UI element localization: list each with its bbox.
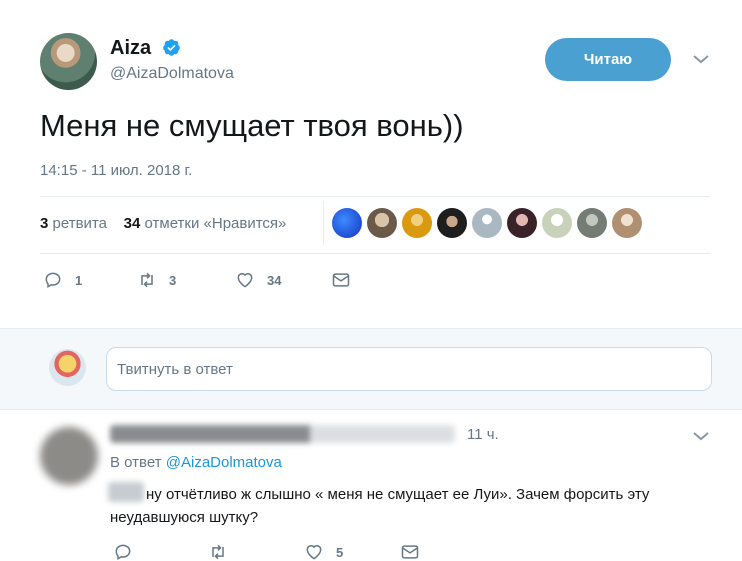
author-avatar[interactable] (40, 33, 97, 90)
heart-icon (237, 273, 253, 288)
divider (40, 253, 710, 254)
reply-dm-action[interactable] (400, 542, 420, 561)
reply-author-name-redacted[interactable] (110, 425, 455, 443)
in-reply-handle-link[interactable]: @AizaDolmatova (166, 454, 282, 471)
retweet-count: 3 (169, 272, 177, 288)
liker-avatar[interactable] (542, 208, 572, 238)
reply-count: 1 (75, 272, 83, 288)
verified-badge-icon (163, 39, 180, 56)
following-button[interactable]: Читаю (545, 38, 671, 81)
like-action[interactable]: 34 (235, 270, 281, 290)
retweets-count: 3 (40, 215, 49, 232)
retweet-icon (212, 544, 224, 560)
likes-stat[interactable]: 34 отметки «Нравится» (124, 215, 287, 232)
reply-input[interactable] (106, 347, 712, 391)
tweet-text: Меня не смущает твоя вонь)) (40, 108, 464, 143)
author-name[interactable]: Aiza (110, 37, 151, 60)
liker-avatar[interactable] (332, 208, 362, 238)
reply-text: ну отчётливо ж слышно « меня не смущает … (110, 486, 650, 526)
in-reply-prefix: В ответ (110, 454, 162, 471)
retweets-stat[interactable]: 3 ретвита (40, 215, 107, 232)
reply-retweet-action[interactable] (208, 542, 228, 561)
envelope-icon (401, 545, 419, 559)
liker-avatar[interactable] (472, 208, 502, 238)
reply-tweet: 11 ч. В ответ @AizaDolmatova ну отчётлив… (0, 411, 742, 561)
envelope-icon (332, 273, 350, 287)
divider (40, 196, 710, 197)
in-reply-to: В ответ @AizaDolmatova (110, 454, 282, 471)
likes-count: 34 (123, 215, 141, 232)
reply-icon (115, 544, 131, 560)
heart-icon (306, 545, 322, 560)
liker-avatar[interactable] (367, 208, 397, 238)
reply-action[interactable]: 1 (43, 270, 82, 290)
retweet-icon (141, 272, 153, 288)
chevron-down-icon[interactable] (692, 429, 710, 443)
direct-message-action[interactable] (331, 270, 351, 290)
tweet-timestamp[interactable]: 14:15 - 11 июл. 2018 г. (40, 162, 192, 179)
retweets-label: ретвита (52, 215, 107, 232)
liker-avatar[interactable] (612, 208, 642, 238)
stats-separator (323, 201, 324, 245)
reply-like-count: 5 (336, 544, 344, 560)
main-tweet: Aiza @AizaDolmatova Читаю Меня не смущае… (0, 0, 742, 328)
reply-timestamp[interactable]: 11 ч. (467, 426, 499, 443)
liker-avatar[interactable] (507, 208, 537, 238)
reply-author-avatar[interactable] (40, 427, 98, 485)
liker-avatars (332, 208, 642, 238)
reply-icon (45, 272, 61, 288)
reply-like-action[interactable]: 5 (304, 542, 343, 561)
user-avatar[interactable] (49, 349, 86, 386)
liker-avatar[interactable] (402, 208, 432, 238)
like-count: 34 (267, 272, 282, 288)
tweet-stats: 3 ретвита 34 отметки «Нравится» (40, 201, 324, 245)
reply-composer (0, 328, 742, 410)
liker-avatar[interactable] (437, 208, 467, 238)
liker-avatar[interactable] (577, 208, 607, 238)
likes-label: отметки «Нравится» (144, 215, 287, 232)
author-handle[interactable]: @AizaDolmatova (110, 65, 234, 83)
reply-reply-action[interactable] (113, 542, 133, 561)
chevron-down-icon[interactable] (692, 52, 710, 66)
retweet-action[interactable]: 3 (137, 270, 176, 290)
